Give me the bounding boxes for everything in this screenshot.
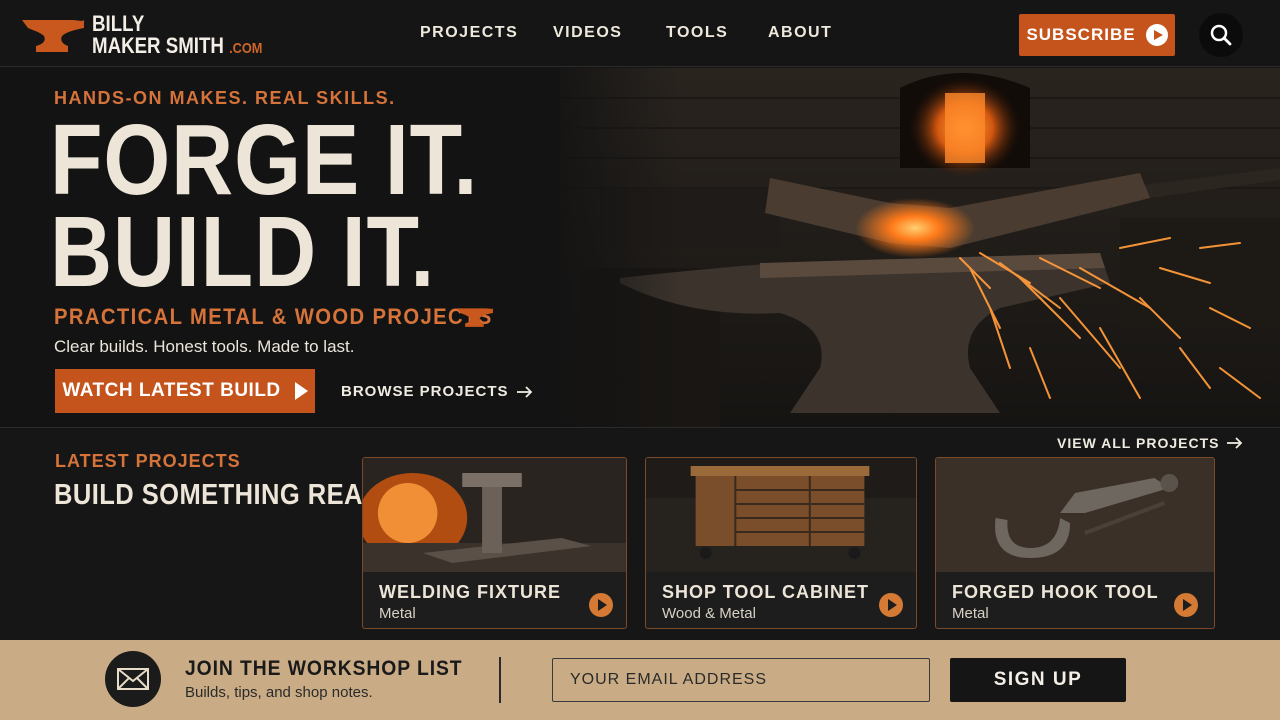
hero-image-fade [540,68,680,427]
anvil-logo-icon [22,20,84,52]
projects-kicker: LATEST PROJECTS [55,451,241,471]
anvil-icon [457,308,493,327]
play-icon[interactable] [879,593,903,617]
project-card-title: WELDING FIXTURE [379,582,561,602]
view-all-projects-link[interactable]: VIEW ALL PROJECTS [1057,435,1243,451]
watch-latest-build-button[interactable]: WATCH LATEST BUILD [55,369,315,413]
brand-name-line2: MAKER SMITH .COM [92,34,262,61]
view-all-projects-label: VIEW ALL PROJECTS [1057,435,1220,451]
shop-tool-cabinet-thumbnail [646,458,916,572]
search-icon [1210,24,1232,46]
play-icon [1145,24,1168,46]
browse-projects-link[interactable]: BROWSE PROJECTS [341,383,533,400]
projects-title: BUILD SOMETHING REAL [54,479,379,511]
play-icon[interactable] [589,593,613,617]
hero-headline-line1: FORGE IT. [50,104,479,216]
newsletter-bar: JOIN THE WORKSHOP LIST Builds, tips, and… [0,640,1280,720]
browse-projects-label: BROWSE PROJECTS [341,383,509,400]
newsletter-title: JOIN THE WORKSHOP LIST [185,657,463,680]
nav-about[interactable]: ABOUT [768,24,832,42]
hero-section: HANDS-ON MAKES. REAL SKILLS. FORGE IT. B… [0,68,1280,428]
project-card-shop-tool-cabinet[interactable]: SHOP TOOL CABINET Wood & Metal [645,457,917,629]
project-card-title: FORGED HOOK TOOL [952,582,1159,602]
hero-headline-line2: BUILD IT. [50,196,436,308]
play-icon [294,382,308,400]
hero-subhead: PRACTICAL METAL & WOOD PROJECTS [54,304,493,329]
forged-hook-tool-thumbnail [936,458,1214,572]
sign-up-button[interactable]: SIGN UP [950,658,1126,702]
arrow-right-icon [1227,437,1243,449]
project-card-welding-fixture[interactable]: WELDING FIXTURE Metal [362,457,627,629]
brand-tld: .COM [229,40,263,57]
search-button[interactable] [1199,13,1243,57]
watch-latest-build-label: WATCH LATEST BUILD [62,380,281,401]
play-icon[interactable] [1174,593,1198,617]
nav-videos[interactable]: VIDEOS [553,24,622,42]
site-header: BILLY MAKER SMITH .COM PROJECTS VIDEOS T… [0,0,1280,67]
project-card-category: Metal [952,605,989,622]
email-input[interactable] [552,658,930,702]
nav-tools[interactable]: TOOLS [666,24,728,42]
subscribe-label: SUBSCRIBE [1026,25,1136,44]
mail-icon [117,668,149,690]
subscribe-button[interactable]: SUBSCRIBE [1019,14,1175,56]
nav-projects[interactable]: PROJECTS [420,24,518,42]
project-card-forged-hook-tool[interactable]: FORGED HOOK TOOL Metal [935,457,1215,629]
welding-fixture-thumbnail [363,458,626,572]
brand-name-main: MAKER SMITH [92,33,224,58]
hero-description: Clear builds. Honest tools. Made to last… [54,337,355,356]
arrow-right-icon [516,385,532,398]
project-card-category: Metal [379,605,416,622]
newsletter-divider [499,657,501,703]
mail-badge [105,651,161,707]
project-card-category: Wood & Metal [662,605,756,622]
newsletter-subtitle: Builds, tips, and shop notes. [185,684,373,701]
brand-logo[interactable]: BILLY MAKER SMITH .COM [22,12,262,58]
latest-projects-section: LATEST PROJECTS BUILD SOMETHING REAL VIE… [0,429,1280,640]
project-card-title: SHOP TOOL CABINET [662,582,870,602]
